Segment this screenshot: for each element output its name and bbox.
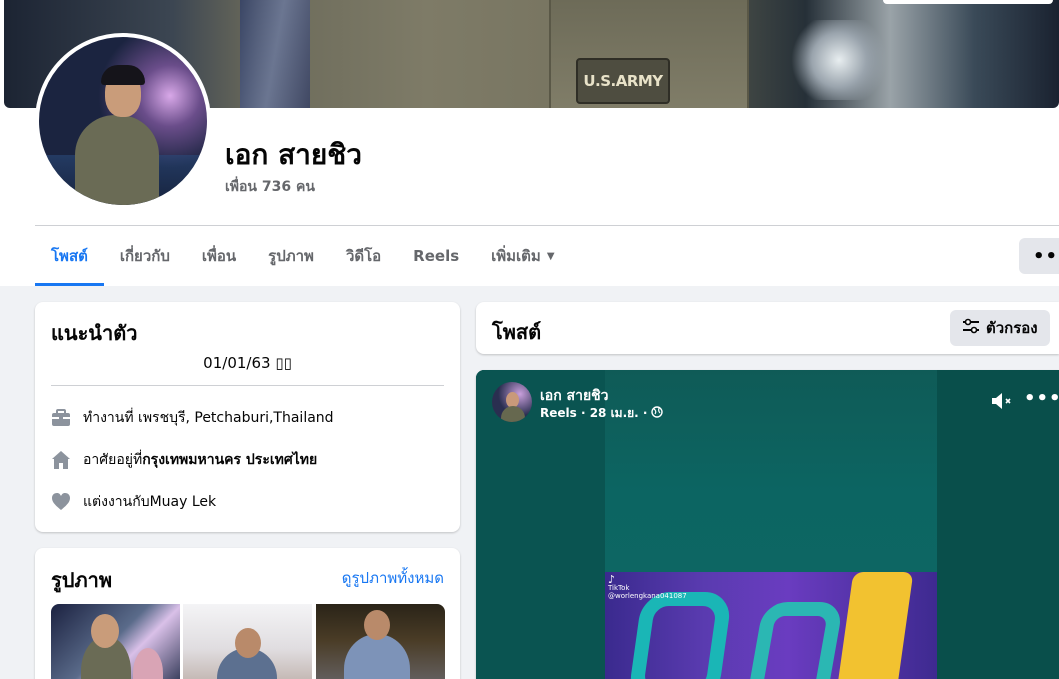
reel-meta: Reels · 28 เม.ย. · — [540, 404, 664, 423]
tab-about-label: เกี่ยวกับ — [119, 247, 170, 265]
posts-header-card: โพสต์ ตัวกรอง — [476, 302, 1059, 354]
reel-meta-text[interactable]: Reels · 28 เม.ย. · — [540, 404, 647, 423]
friends-count[interactable]: เพื่อน 736 คน — [225, 176, 315, 198]
tab-photos[interactable]: รูปภาพ — [252, 226, 330, 286]
tab-videos-label: วิดีโอ — [345, 247, 382, 265]
tab-more[interactable]: เพิ่มเติม ▼ — [475, 226, 570, 286]
profile-header: U.S.ARMY เอก สายชิว เพื่อน 736 คน โพสต์ … — [0, 0, 1059, 286]
reel-graphic-shape — [746, 602, 844, 679]
intro-separator — [51, 385, 444, 386]
photo-face — [364, 610, 390, 640]
profile-more-button[interactable]: ••• — [1019, 238, 1059, 274]
intro-bio-text: 01/01/63 — [203, 354, 276, 372]
tab-reels-label: Reels — [413, 247, 460, 265]
intro-lives-place[interactable]: กรุงเทพมหานคร ประเทศไทย — [142, 449, 317, 471]
mute-icon[interactable] — [990, 390, 1014, 412]
profile-avatar[interactable] — [35, 33, 211, 209]
cover-sleeve — [240, 0, 310, 108]
cover-search-edge — [883, 0, 1053, 4]
intro-relationship-row: แต่งงานกับ Muay Lek — [51, 491, 216, 513]
tab-posts[interactable]: โพสต์ — [35, 226, 104, 286]
caret-down-icon: ▼ — [546, 250, 555, 262]
photo-thumbnail[interactable] — [316, 604, 445, 679]
photo-thumbnail[interactable] — [183, 604, 312, 679]
tab-posts-label: โพสต์ — [51, 247, 88, 265]
intro-relationship-partner[interactable]: Muay Lek — [150, 494, 217, 510]
intro-work-text: ทำงานที่ เพรชบุรี, Petchaburi,Thailand — [83, 410, 334, 426]
avatar-body — [75, 115, 159, 205]
profile-tabs: โพสต์ เกี่ยวกับ เพื่อน รูปภาพ วิดีโอ Ree… — [35, 226, 571, 286]
photo-figure-2 — [133, 648, 163, 679]
tab-more-label: เพิ่มเติม — [491, 247, 541, 265]
intro-lives-row: อาศัยอยู่ที่ กรุงเทพมหานคร ประเทศไทย — [51, 449, 317, 471]
profile-name: เอก สายชิว — [225, 138, 363, 171]
intro-work-row: ทำงานที่ เพรชบุรี, Petchaburi,Thailand — [51, 407, 334, 429]
intro-title: แนะนำตัว — [51, 321, 138, 345]
filter-button[interactable]: ตัวกรอง — [950, 310, 1050, 346]
tab-photos-label: รูปภาพ — [268, 247, 314, 265]
bio-missing-glyphs: ▯▯ — [275, 354, 292, 372]
cover-patch-text: U.S.ARMY — [576, 58, 670, 104]
intro-lives-prefix: อาศัยอยู่ที่ — [83, 452, 143, 468]
tab-friends-label: เพื่อน — [201, 247, 237, 265]
avatar-hair — [101, 65, 145, 85]
posts-title: โพสต์ — [492, 320, 542, 344]
see-all-photos-link[interactable]: ดูรูปภาพทั้งหมด — [342, 566, 444, 590]
heart-icon — [51, 492, 71, 512]
reel-more-options-icon[interactable]: ••• — [1024, 388, 1059, 409]
reel-post[interactable]: ♪ TikTok @worlengkana041087 เอก สายชิว R… — [476, 370, 1059, 679]
intro-card: แนะนำตัว 01/01/63 ▯▯ ทำงานที่ เพรชบุรี, … — [35, 302, 460, 532]
photo-face — [91, 614, 119, 648]
globe-icon — [651, 406, 664, 421]
reel-side-right — [937, 370, 1059, 679]
photo-figure — [344, 634, 410, 679]
briefcase-icon — [51, 408, 71, 428]
photos-title: รูปภาพ — [51, 568, 113, 592]
tab-videos[interactable]: วิดีโอ — [330, 226, 397, 286]
tiktok-label: TikTok — [608, 584, 630, 592]
reel-graphic-shape — [836, 572, 914, 679]
intro-relationship-prefix: แต่งงานกับ — [83, 494, 150, 510]
filter-sliders-icon — [962, 318, 980, 338]
intro-bio: 01/01/63 ▯▯ — [35, 354, 460, 372]
tiktok-icon: ♪ — [608, 573, 616, 586]
tiktok-watermark: ♪ TikTok @worlengkana041087 — [608, 573, 687, 600]
reel-video-frame: ♪ TikTok @worlengkana041087 — [605, 572, 937, 679]
tiktok-handle: @worlengkana041087 — [608, 592, 687, 600]
cover-lights — [784, 20, 894, 100]
reel-avatar-body — [501, 406, 525, 422]
tab-friends[interactable]: เพื่อน — [186, 226, 252, 286]
photo-thumbnail[interactable] — [51, 604, 180, 679]
home-icon — [51, 450, 71, 470]
reel-author-avatar[interactable] — [492, 382, 532, 422]
filter-label: ตัวกรอง — [986, 319, 1038, 337]
reel-graphic-shape — [627, 592, 733, 679]
photo-face — [235, 628, 261, 658]
tab-about[interactable]: เกี่ยวกับ — [104, 226, 186, 286]
tab-reels[interactable]: Reels — [397, 226, 475, 286]
photos-card: รูปภาพ ดูรูปภาพทั้งหมด — [35, 548, 460, 679]
